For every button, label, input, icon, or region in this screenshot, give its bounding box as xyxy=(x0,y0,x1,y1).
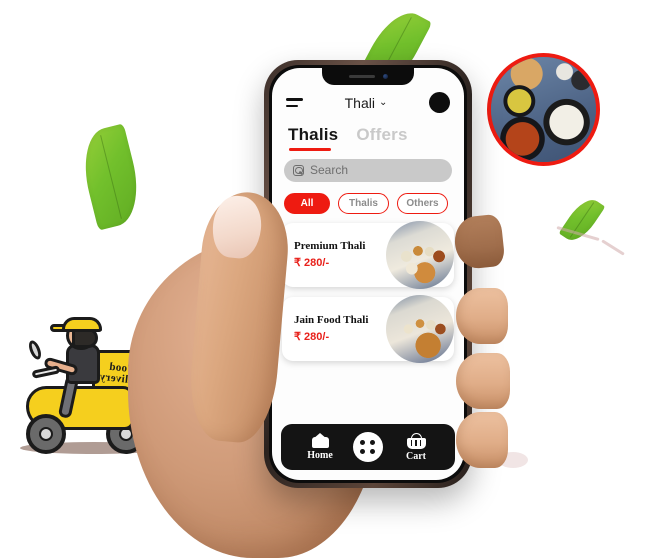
hero-food-photo-image xyxy=(491,57,596,162)
tab-active-indicator xyxy=(289,148,331,151)
search-icon xyxy=(293,164,304,176)
card-text-block: Jain Food Thali ₹ 280/- xyxy=(294,314,368,343)
filter-chip-group: All Thalis Others xyxy=(272,182,464,214)
leaf-blade xyxy=(74,123,148,231)
nav-label-cart: Cart xyxy=(406,450,426,462)
search-input[interactable]: Search xyxy=(310,163,348,177)
location-selector[interactable]: Thali ⌄ xyxy=(303,95,429,111)
cart-basket-icon xyxy=(406,432,426,449)
nav-item-home[interactable]: Home xyxy=(297,433,343,461)
speck-cluster xyxy=(498,452,528,468)
bottom-navigation-bar: Home Cart xyxy=(281,424,455,470)
hero-food-photo xyxy=(487,53,600,166)
delivery-scooter-illustration: Food Delivery xyxy=(14,300,174,460)
hand-thumbnail xyxy=(209,193,265,261)
speck-dash xyxy=(601,239,625,256)
list-item[interactable]: Premium Thali ₹ 280/- xyxy=(282,220,454,289)
app-bar-title: Thali xyxy=(344,94,375,111)
item-thumbnail xyxy=(386,220,454,289)
nav-label-home: Home xyxy=(307,450,333,461)
item-name: Jain Food Thali xyxy=(294,314,369,326)
thali-list: Premium Thali ₹ 280/- Jain Food Thali ₹ … xyxy=(272,214,464,363)
filter-chip-all[interactable]: All xyxy=(284,192,330,214)
scooter-mirror xyxy=(26,338,44,362)
scooter-front-wheel xyxy=(26,414,66,454)
hamburger-menu-icon[interactable] xyxy=(286,98,303,107)
nav-item-grid[interactable] xyxy=(345,432,391,462)
delivery-box-line2: Delivery xyxy=(98,370,143,388)
item-thumbnail xyxy=(386,294,454,363)
item-price: ₹ 280/- xyxy=(294,257,330,269)
home-icon xyxy=(311,433,329,448)
item-name: Premium Thali xyxy=(294,240,366,252)
item-price: ₹ 280/- xyxy=(294,331,330,343)
tab-bar: Thalis Offers xyxy=(272,117,464,145)
leaf-vein xyxy=(100,135,122,219)
tab-thalis[interactable]: Thalis xyxy=(288,125,338,145)
leaf-decoration-left xyxy=(74,123,148,231)
speck-dash xyxy=(556,225,600,242)
earpiece-speaker xyxy=(348,75,375,78)
grid-dots-icon xyxy=(353,432,383,462)
list-item[interactable]: Jain Food Thali ₹ 280/- xyxy=(282,294,454,363)
phone-device: Thali ⌄ Thalis Offers Search All Thalis xyxy=(264,60,472,488)
chevron-down-icon: ⌄ xyxy=(378,97,388,108)
nav-item-cart[interactable]: Cart xyxy=(393,432,439,462)
promo-composition: Food Delivery Thali ⌄ Thalis Offers Sear… xyxy=(0,0,649,559)
phone-bezel: Thali ⌄ Thalis Offers Search All Thalis xyxy=(269,65,467,483)
front-camera-icon xyxy=(382,74,388,79)
tab-offers[interactable]: Offers xyxy=(356,125,407,145)
card-text-block: Premium Thali ₹ 280/- xyxy=(294,240,365,269)
filter-chip-others[interactable]: Others xyxy=(397,192,448,214)
avatar[interactable] xyxy=(429,92,450,113)
rider-cap xyxy=(62,317,102,332)
scooter-handlebar xyxy=(31,365,61,379)
filter-chip-thalis[interactable]: Thalis xyxy=(338,192,389,214)
cart-basket xyxy=(406,437,426,449)
search-bar[interactable]: Search xyxy=(284,158,452,182)
phone-notch xyxy=(322,68,414,85)
phone-screen: Thali ⌄ Thalis Offers Search All Thalis xyxy=(272,68,464,480)
